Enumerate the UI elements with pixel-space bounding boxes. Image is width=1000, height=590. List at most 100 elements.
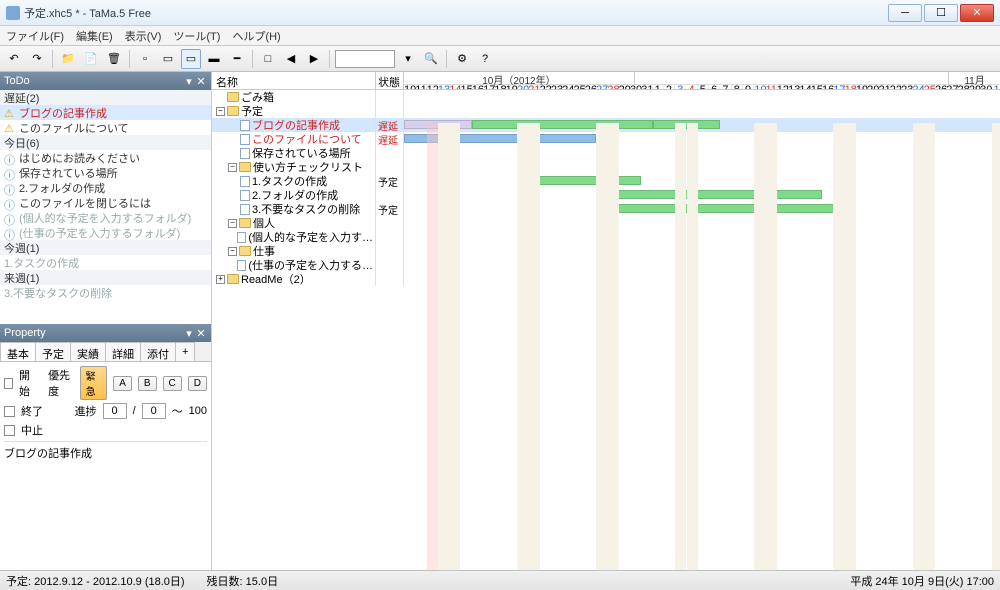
priority-d-button[interactable]: D	[188, 376, 207, 391]
calendar-day[interactable]: 28水	[958, 85, 969, 89]
property-tab[interactable]: 実績	[70, 342, 106, 361]
end-checkbox[interactable]	[4, 406, 15, 417]
calendar-day[interactable]: 12月	[777, 85, 788, 89]
calendar-day[interactable]: 19金	[506, 85, 517, 89]
expand-icon[interactable]: −	[228, 163, 237, 172]
calendar-day[interactable]: 16火	[472, 85, 483, 89]
search-icon[interactable]: 🔍	[421, 49, 441, 69]
todo-item[interactable]: ⓘはじめにお読みください	[0, 150, 211, 165]
calendar-day[interactable]: 19月	[856, 85, 867, 89]
calendar-day[interactable]: 23火	[551, 85, 562, 89]
prev-button[interactable]: ◀	[281, 49, 301, 69]
calendar-day[interactable]: 22木	[890, 85, 901, 89]
calendar-day[interactable]: 18日	[845, 85, 856, 89]
urgent-button[interactable]: 緊急	[80, 366, 108, 400]
property-tab[interactable]: 詳細	[105, 342, 141, 361]
calendar-day[interactable]: 31水	[641, 85, 652, 89]
expand-icon[interactable]: −	[228, 247, 237, 256]
start-checkbox[interactable]	[4, 378, 13, 389]
calendar-day[interactable]: 4日	[686, 85, 697, 89]
expand-icon[interactable]: −	[228, 219, 237, 228]
settings-icon[interactable]: ⚙	[452, 49, 472, 69]
calendar-day[interactable]: 27火	[946, 85, 957, 89]
row-name-cell[interactable]: −個人	[212, 216, 376, 230]
todo-item[interactable]: ⓘ(仕事の予定を入力するフォルダ)	[0, 225, 211, 240]
row-name-cell[interactable]: (仕事の予定を入力する…	[212, 258, 376, 272]
priority-b-button[interactable]: B	[138, 376, 157, 391]
undo-button[interactable]: ↶	[4, 49, 24, 69]
calendar-day[interactable]: 26金	[585, 85, 596, 89]
calendar-day[interactable]: 21水	[878, 85, 889, 89]
goto-today-button[interactable]: □	[258, 49, 278, 69]
panel-close-icon[interactable]: ✕	[195, 75, 207, 87]
calendar-day[interactable]: 20火	[867, 85, 878, 89]
calendar-day[interactable]: 14日	[449, 85, 460, 89]
todo-item[interactable]: ⚠ブログの記事作成	[0, 105, 211, 120]
next-button[interactable]: ▶	[304, 49, 324, 69]
row-name-cell[interactable]: 1.タスクの作成	[212, 174, 376, 188]
calendar-day[interactable]: 22月	[540, 85, 551, 89]
calendar-day[interactable]: 13火	[788, 85, 799, 89]
calendar-day[interactable]: 28日	[607, 85, 618, 89]
calendar-day[interactable]: 7水	[720, 85, 731, 89]
calendar-day[interactable]: 15月	[460, 85, 471, 89]
view-year-button[interactable]: ━	[227, 49, 247, 69]
calendar-day[interactable]: 6火	[709, 85, 720, 89]
property-tab[interactable]: 基本	[0, 342, 36, 361]
calendar-day[interactable]: 30火	[630, 85, 641, 89]
row-name-cell[interactable]: −使い方チェックリスト	[212, 160, 376, 174]
calendar-day[interactable]: 15木	[811, 85, 822, 89]
row-name-cell[interactable]: 保存されている場所	[212, 146, 376, 160]
menu-item[interactable]: 編集(E)	[76, 28, 113, 44]
todo-item[interactable]: 1.タスクの作成	[0, 255, 211, 270]
calendar-day[interactable]: 29月	[619, 85, 630, 89]
todo-item[interactable]: ⓘこのファイルを閉じるには	[0, 195, 211, 210]
calendar-day[interactable]: 29木	[969, 85, 980, 89]
panel-collapse-icon[interactable]: ▾	[183, 327, 195, 339]
filter-combo[interactable]	[335, 50, 395, 68]
calendar-day[interactable]: 25日	[924, 85, 935, 89]
filter-dropdown-icon[interactable]: ▾	[398, 49, 418, 69]
expand-icon[interactable]: −	[216, 107, 225, 116]
new-task-button[interactable]: 📄	[81, 49, 101, 69]
property-tab[interactable]: 予定	[35, 342, 71, 361]
help-icon[interactable]: ?	[475, 49, 495, 69]
stop-checkbox[interactable]	[4, 425, 15, 436]
menu-item[interactable]: ヘルプ(H)	[232, 28, 280, 44]
todo-item[interactable]: ⓘ保存されている場所	[0, 165, 211, 180]
panel-close-icon[interactable]: ✕	[195, 327, 207, 339]
priority-a-button[interactable]: A	[113, 376, 132, 391]
gantt-row[interactable]: −予定	[212, 104, 1000, 118]
progress-b-input[interactable]	[142, 403, 166, 419]
view-month-button[interactable]: ▭	[181, 49, 201, 69]
row-name-cell[interactable]: ごみ箱	[212, 90, 376, 104]
calendar-day[interactable]: 26月	[935, 85, 946, 89]
todo-item[interactable]: 今日(6)	[0, 135, 211, 150]
col-header-name[interactable]: 名称	[212, 72, 376, 89]
row-name-cell[interactable]: +ReadMe（2）	[212, 272, 376, 286]
minimize-button[interactable]: ─	[888, 4, 922, 22]
calendar-day[interactable]: 16金	[822, 85, 833, 89]
calendar-day[interactable]: 2金	[664, 85, 675, 89]
menu-item[interactable]: ファイル(F)	[6, 28, 64, 44]
menu-item[interactable]: ツール(T)	[173, 28, 220, 44]
calendar-day[interactable]: 14水	[799, 85, 810, 89]
view-day-button[interactable]: ▫	[135, 49, 155, 69]
calendar-day[interactable]: 11日	[766, 85, 777, 89]
menu-item[interactable]: 表示(V)	[125, 28, 162, 44]
todo-item[interactable]: ⓘ(個人的な予定を入力するフォルダ)	[0, 210, 211, 225]
property-tab[interactable]: 添付	[140, 342, 176, 361]
view-week-button[interactable]: ▭	[158, 49, 178, 69]
calendar-day[interactable]: 12金	[427, 85, 438, 89]
calendar-day[interactable]: 10水	[404, 85, 415, 89]
todo-item[interactable]: 遅延(2)	[0, 90, 211, 105]
delete-button[interactable]: 🗑	[104, 49, 124, 69]
row-name-cell[interactable]: 3.不要なタスクの削除	[212, 202, 376, 216]
close-button[interactable]: ✕	[960, 4, 994, 22]
calendar-day[interactable]: 8木	[732, 85, 743, 89]
calendar-day[interactable]: 24水	[562, 85, 573, 89]
calendar-day[interactable]: 9金	[743, 85, 754, 89]
row-name-cell[interactable]: このファイルについて	[212, 132, 376, 146]
property-tab[interactable]: +	[175, 342, 195, 361]
row-name-cell[interactable]: −予定	[212, 104, 376, 118]
